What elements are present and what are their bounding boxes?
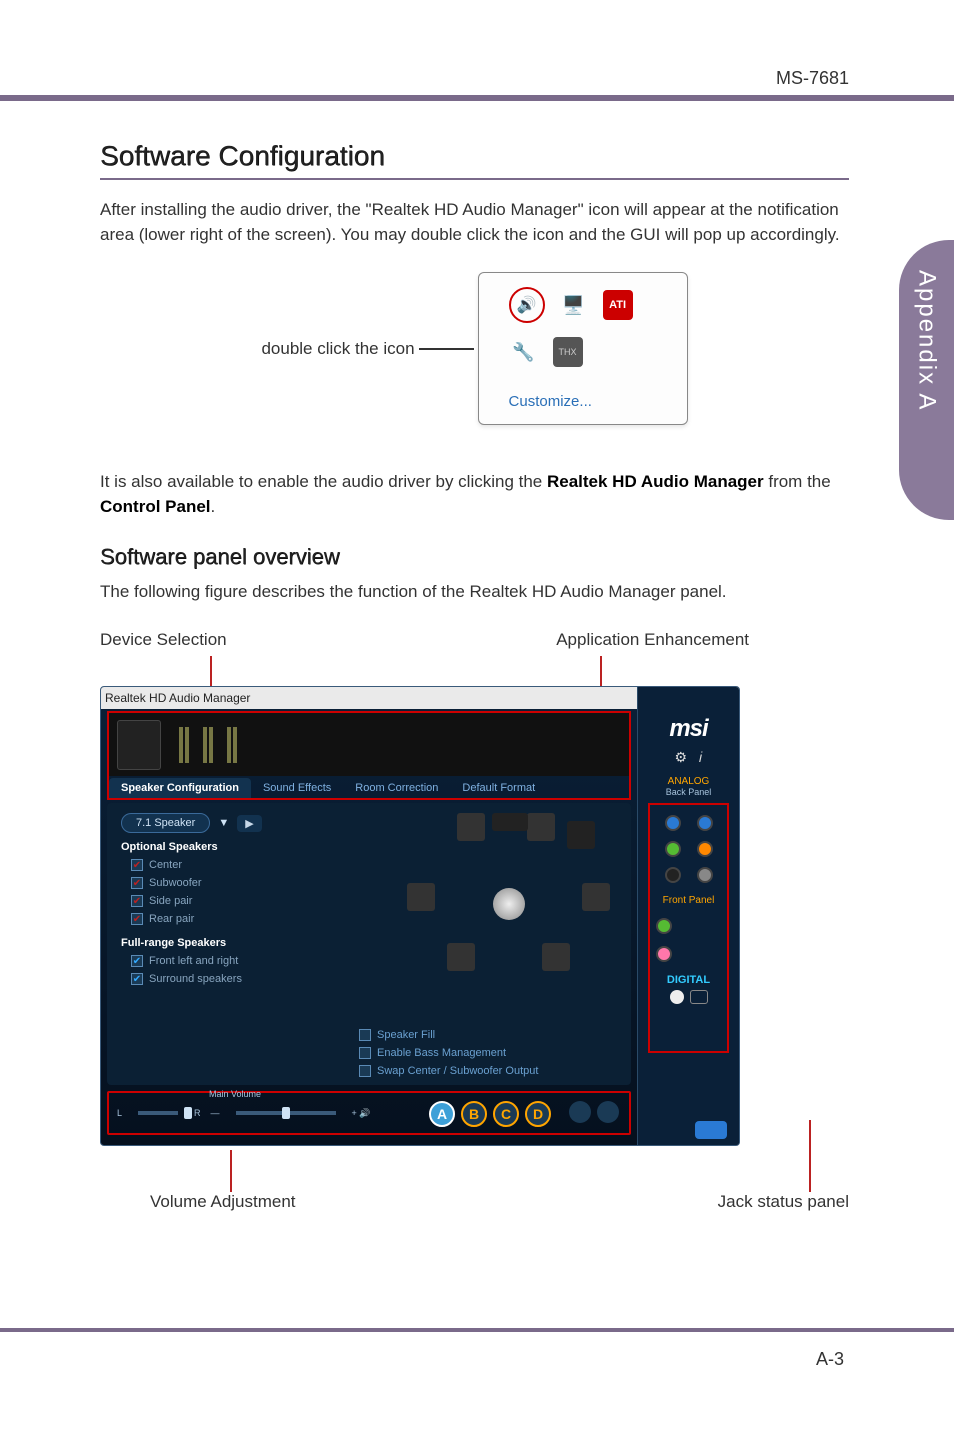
doc-id: MS-7681 <box>776 68 849 89</box>
callout-line <box>230 1150 232 1192</box>
paragraph-intro: After installing the audio driver, the "… <box>100 198 849 247</box>
tray-caption: double click the icon <box>261 339 414 359</box>
subwoofer-icon[interactable] <box>567 821 595 849</box>
page-number: A-3 <box>816 1349 844 1370</box>
speaker-layout-diagram <box>397 813 617 973</box>
main-volume-label: Main Volume <box>209 1089 261 1099</box>
realtek-audio-manager-window: Realtek HD Audio Manager — ☐ ✕ Speaker C… <box>100 686 740 1146</box>
speaker-icon[interactable] <box>447 943 475 971</box>
paragraph-control-panel: It is also available to enable the audio… <box>100 470 849 519</box>
callout-app-enhancement: Application Enhancement <box>556 630 749 650</box>
jack-icon[interactable] <box>697 815 713 831</box>
badge-b[interactable]: B <box>461 1101 487 1127</box>
jack-icon[interactable] <box>656 946 672 962</box>
checkbox-swap-center[interactable] <box>359 1065 371 1077</box>
realtek-tray-icon[interactable]: 🔊 <box>509 287 545 323</box>
tray-figure: double click the icon 🔊 🖥️ ATI 🔧 THX Cus… <box>100 272 849 425</box>
tray-icon-generic: 🖥️ <box>559 290 589 320</box>
checkbox-rear-pair[interactable]: ✔ <box>131 913 143 925</box>
checkbox-side-pair[interactable]: ✔ <box>131 895 143 907</box>
mini-button[interactable] <box>597 1101 619 1123</box>
window-title: Realtek HD Audio Manager <box>105 691 250 705</box>
panel-tabs: Speaker Configuration Sound Effects Room… <box>107 776 631 800</box>
bold-control-panel: Control Panel <box>100 497 211 516</box>
tab-speaker-configuration[interactable]: Speaker Configuration <box>109 778 251 798</box>
backpanel-label: Back Panel <box>638 787 739 797</box>
bold-realtek: Realtek HD Audio Manager <box>547 472 764 491</box>
speaker-icon[interactable] <box>457 813 485 841</box>
checkbox-surround[interactable]: ✔ <box>131 973 143 985</box>
balance-l-label: L <box>117 1108 122 1118</box>
badge-c[interactable]: C <box>493 1101 519 1127</box>
center-speaker-icon[interactable] <box>492 813 528 831</box>
msi-logo: msi <box>638 715 739 743</box>
play-test-button[interactable]: ▶ <box>237 815 261 832</box>
connector-settings-button[interactable] <box>695 1121 727 1139</box>
frontpanel-label: Front Panel <box>652 895 725 906</box>
dropdown-arrow-icon[interactable]: ▼ <box>218 817 229 829</box>
device-selection-strip[interactable] <box>107 711 631 776</box>
speaker-device-icon[interactable] <box>117 720 161 770</box>
callout-line <box>809 1120 811 1192</box>
callout-device-selection: Device Selection <box>100 630 227 650</box>
listener-icon <box>493 888 525 920</box>
optical-icon[interactable] <box>670 990 684 1004</box>
speaker-icon[interactable] <box>527 813 555 841</box>
checkbox-center[interactable]: ✔ <box>131 859 143 871</box>
spdif-icon[interactable] <box>690 990 708 1004</box>
notification-tray-box: 🔊 🖥️ ATI 🔧 THX Customize... <box>478 272 688 425</box>
right-jack-panel: msi ⚙ 𝑖 ANALOG Back Panel Front Panel <box>637 687 739 1145</box>
callout-volume-adjustment: Volume Adjustment <box>150 1192 296 1212</box>
speaker-icon[interactable] <box>582 883 610 911</box>
badge-row: A B C D <box>429 1101 619 1127</box>
analog-label: ANALOG <box>638 776 739 787</box>
tab-default-format[interactable]: Default Format <box>450 778 547 798</box>
tab-room-correction[interactable]: Room Correction <box>343 778 450 798</box>
panel-body: 7.1 Speaker ▼ ▶ Optional Speakers ✔Cente… <box>107 803 631 1085</box>
paragraph-overview: The following figure describes the funct… <box>100 580 849 605</box>
jack-icon[interactable] <box>697 867 713 883</box>
speaker-icon[interactable] <box>407 883 435 911</box>
appendix-tab-label: Appendix A <box>913 270 941 411</box>
panel-figure: Device Selection Application Enhancement… <box>100 634 849 1164</box>
checkbox-subwoofer[interactable]: ✔ <box>131 877 143 889</box>
badge-d[interactable]: D <box>525 1101 551 1127</box>
balance-slider[interactable] <box>138 1111 178 1115</box>
callout-jack-status: Jack status panel <box>718 1192 849 1212</box>
jack-icon[interactable] <box>665 841 681 857</box>
heading-panel-overview: Software panel overview <box>100 544 849 570</box>
digital-label: DIGITAL <box>652 974 725 986</box>
mini-button[interactable] <box>569 1101 591 1123</box>
callout-line <box>419 348 474 350</box>
jack-icon[interactable] <box>665 867 681 883</box>
tab-sound-effects[interactable]: Sound Effects <box>251 778 343 798</box>
jack-status-box: Front Panel DIGITAL <box>648 803 729 1053</box>
tray-icon-tool: 🔧 <box>509 337 539 367</box>
balance-r-label: R <box>194 1108 201 1118</box>
speaker-icon[interactable] <box>542 943 570 971</box>
jack-icon[interactable] <box>656 918 672 934</box>
appendix-tab: Appendix A <box>899 240 954 520</box>
heading-software-configuration: Software Configuration <box>100 140 849 180</box>
settings-gear-icon[interactable]: ⚙ 𝑖 <box>638 749 739 766</box>
checkbox-speaker-fill[interactable] <box>359 1029 371 1041</box>
checkbox-front-lr[interactable]: ✔ <box>131 955 143 967</box>
speaker-mode-dropdown[interactable]: 7.1 Speaker <box>121 813 210 833</box>
customize-link[interactable]: Customize... <box>509 393 657 410</box>
tray-icon-thx: THX <box>553 337 583 367</box>
jack-icon[interactable] <box>697 841 713 857</box>
jack-icon[interactable] <box>665 815 681 831</box>
badge-a[interactable]: A <box>429 1101 455 1127</box>
checkbox-bass-mgmt[interactable] <box>359 1047 371 1059</box>
ati-tray-icon: ATI <box>603 290 633 320</box>
main-volume-slider[interactable] <box>236 1111 336 1115</box>
